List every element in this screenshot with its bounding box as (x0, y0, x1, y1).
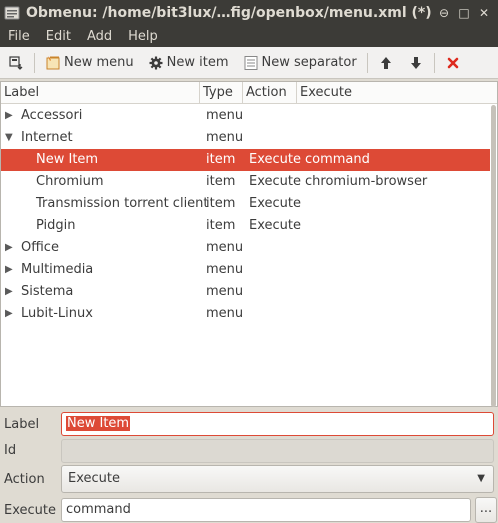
execute-caption: Execute (4, 503, 56, 518)
menu-tree-view[interactable]: Label Type Action Execute ▶ Accessori menu… (0, 81, 498, 407)
tree-scrollbar[interactable] (490, 105, 497, 407)
delete-button[interactable] (441, 49, 465, 77)
delete-x-icon (445, 55, 461, 71)
obmenu-app-icon (4, 5, 20, 21)
window-titlebar: Obmenu: /home/bit3lux/…fig/openbox/menu.… (0, 0, 498, 25)
gear-icon (148, 55, 164, 71)
tree-header: Label Type Action Execute (1, 82, 497, 104)
row-label: New Item (36, 152, 99, 167)
expander-collapsed-icon[interactable]: ▶ (5, 303, 15, 325)
row-action: Execute (249, 218, 301, 233)
row-type: menu (206, 306, 244, 321)
window-title: Obmenu: /home/bit3lux/…fig/openbox/menu.… (26, 4, 432, 21)
move-down-button[interactable] (404, 49, 428, 77)
tree-row[interactable]: ▶ Multimedia menu (1, 259, 490, 281)
row-type: menu (206, 284, 244, 299)
row-type: item (206, 218, 236, 233)
row-label: Accessori (21, 108, 83, 123)
row-type: item (206, 196, 236, 211)
browse-button[interactable]: ... (475, 497, 497, 523)
expander-collapsed-icon[interactable]: ▶ (5, 237, 15, 259)
close-window-icon[interactable]: ✕ (476, 5, 492, 21)
expander-collapsed-icon[interactable]: ▶ (5, 281, 15, 303)
row-type: menu (206, 130, 244, 145)
expander-collapsed-icon[interactable]: ▶ (5, 259, 15, 281)
column-header-execute[interactable]: Execute (297, 82, 497, 104)
column-header-type[interactable]: Type (200, 82, 243, 104)
maximize-icon[interactable]: □ (456, 5, 472, 21)
tree-row[interactable]: Pidgin item Execute (1, 215, 490, 237)
new-item-button[interactable]: New item (144, 49, 233, 77)
row-execute: chromium-browser (305, 174, 428, 189)
row-label: Office (21, 240, 59, 255)
row-label: Internet (21, 130, 73, 145)
row-label: Multimedia (21, 262, 94, 277)
chevron-down-icon: ▼ (477, 473, 485, 484)
expander-expanded-icon[interactable]: ▼ (5, 127, 15, 149)
row-label: Chromium (36, 174, 104, 189)
menubar: File Edit Add Help (0, 25, 498, 47)
tree-row[interactable]: New Item item Execute command (1, 149, 490, 171)
row-type: item (206, 152, 236, 167)
menu-file[interactable]: File (0, 29, 38, 44)
scrollbar-thumb[interactable] (491, 105, 496, 407)
row-label: Sistema (21, 284, 74, 299)
column-header-action[interactable]: Action (243, 82, 297, 104)
minimize-icon[interactable]: ⊖ (436, 5, 452, 21)
document-icon (243, 55, 259, 71)
save-file-icon (8, 55, 24, 71)
arrow-up-icon (378, 55, 394, 71)
new-menu-icon (45, 55, 61, 71)
id-caption: Id (4, 443, 17, 458)
save-button[interactable] (4, 49, 28, 77)
row-label: Lubit-Linux (21, 306, 93, 321)
tree-row[interactable]: ▶ Sistema menu (1, 281, 490, 303)
menu-edit[interactable]: Edit (38, 29, 79, 44)
toolbar-separator (34, 52, 35, 73)
tree-row[interactable]: Chromium item Execute chromium-browser (1, 171, 490, 193)
row-label: Transmission torrent client (36, 196, 209, 211)
action-dropdown[interactable]: Execute ▼ (61, 465, 494, 493)
tree-row[interactable]: ▼ Internet menu (1, 127, 490, 149)
row-type: menu (206, 240, 244, 255)
item-properties-form: Label New Item Id Action Execute ▼ Execu… (0, 409, 498, 523)
new-menu-label: New menu (64, 55, 134, 70)
new-separator-label: New separator (261, 55, 357, 70)
row-type: item (206, 174, 236, 189)
row-action: Execute (249, 152, 301, 167)
execute-input[interactable]: command (61, 498, 471, 522)
arrow-down-icon (408, 55, 424, 71)
toolbar-separator (433, 52, 435, 73)
label-input[interactable]: New Item (61, 412, 494, 436)
menu-help[interactable]: Help (120, 29, 166, 44)
action-caption: Action (4, 472, 45, 487)
row-action: Execute (249, 196, 301, 211)
new-separator-button[interactable]: New separator (239, 49, 361, 77)
column-header-label[interactable]: Label (1, 82, 200, 104)
new-menu-button[interactable]: New menu (41, 49, 138, 77)
id-input (61, 439, 494, 463)
row-action: Execute (249, 174, 301, 189)
label-input-value: New Item (66, 416, 131, 431)
expander-collapsed-icon[interactable]: ▶ (5, 105, 15, 127)
row-label: Pidgin (36, 218, 76, 233)
tree-row[interactable]: ▶ Office menu (1, 237, 490, 259)
new-item-label: New item (166, 55, 229, 70)
label-caption: Label (4, 417, 40, 432)
tree-row[interactable]: ▶ Lubit-Linux menu (1, 303, 490, 325)
tree-row[interactable]: ▶ Accessori menu (1, 105, 490, 127)
row-type: menu (206, 262, 244, 277)
toolbar-separator (366, 52, 368, 73)
row-type: menu (206, 108, 244, 123)
move-up-button[interactable] (374, 49, 398, 77)
tree-row[interactable]: Transmission torrent client item Execute (1, 193, 490, 215)
row-execute: command (305, 152, 370, 167)
toolbar: New menu New item New separator (0, 47, 498, 79)
menu-add[interactable]: Add (79, 29, 120, 44)
action-dropdown-value: Execute (68, 471, 120, 486)
